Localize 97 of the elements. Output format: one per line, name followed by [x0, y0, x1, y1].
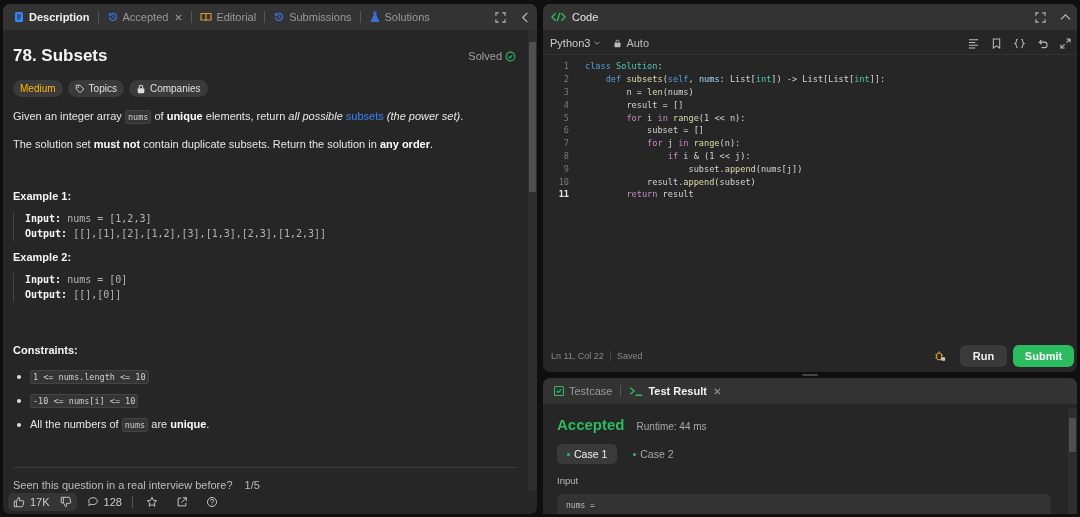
code-line: for j in range(n): [646, 138, 741, 149]
case-tab[interactable]: Case 2 [623, 444, 684, 464]
comments-button[interactable]: 128 [84, 492, 124, 511]
save-status: Saved [616, 351, 643, 361]
mode-label: Auto [626, 37, 649, 49]
line-number: 6 [562, 125, 569, 136]
chevron-up-icon[interactable] [1060, 11, 1071, 23]
input-value: nums = [557, 494, 1051, 514]
code-icon [551, 11, 566, 23]
constraint-text: -10 <= nums[i] <= 10 [30, 392, 139, 409]
example-title: Example 1: [13, 190, 73, 202]
interview-question: Seen this question in a real interview before? [13, 479, 233, 491]
close-icon[interactable] [174, 12, 184, 22]
code-line: result = [] [625, 99, 684, 110]
code-line: class Solution: [585, 61, 663, 72]
terminal-icon [629, 385, 645, 397]
case-tab[interactable]: Case 1 [557, 444, 618, 464]
subsets-link[interactable]: subsets [345, 110, 384, 122]
verdict-text: Accepted [557, 416, 625, 433]
code-line: for i in range(1 << n): [625, 112, 746, 123]
line-number: 10 [557, 176, 569, 187]
checkbox-icon [553, 385, 565, 397]
panel-tab[interactable]: Submissions [271, 11, 354, 23]
panel-title: Code [572, 11, 599, 23]
example-output-text: Output: [[],[0]] [25, 287, 123, 302]
align-left-icon[interactable] [968, 37, 979, 49]
example-output-text: Output: [[],[1],[2],[1,2],[3],[1,3],[2,3],[1,2,3]] [25, 226, 328, 241]
line-number: 7 [562, 138, 569, 149]
line-number: 5 [562, 112, 569, 123]
thumbs-down-icon [59, 495, 72, 508]
thumbs-up-icon [13, 495, 25, 508]
constraint-text: All the numbers of nums are unique. [30, 417, 210, 433]
topics-tag[interactable]: Topics [67, 80, 124, 97]
like-button[interactable]: 17K [8, 492, 55, 511]
scrollbar[interactable] [528, 30, 537, 491]
constraints-title: Constraints: [13, 344, 79, 356]
input-label: Input [557, 475, 580, 486]
example-input-text: Input: nums = [0] [25, 273, 129, 287]
scrollbar[interactable] [1068, 408, 1077, 514]
panel-tab[interactable]: Testcase [551, 385, 615, 397]
example-input-text: Input: nums = [1,2,3] [25, 212, 153, 226]
history-icon [273, 11, 286, 23]
problem-title: 78. Subsets [13, 46, 109, 66]
close-icon[interactable] [712, 386, 722, 396]
history-icon [106, 11, 119, 23]
help-icon[interactable] [205, 495, 218, 508]
star-icon[interactable] [145, 495, 158, 508]
fullscreen-icon[interactable] [1035, 11, 1046, 23]
check-circle-icon [505, 50, 516, 62]
flask-icon [368, 11, 381, 23]
undo-icon[interactable] [1037, 37, 1048, 49]
line-number: 8 [562, 150, 569, 161]
braces-icon[interactable] [1014, 37, 1025, 49]
code-line: subset = [] [646, 125, 704, 136]
line-number: 4 [562, 99, 569, 110]
tag-icon [74, 83, 85, 94]
bug-icon[interactable] [934, 350, 946, 362]
panel-tab[interactable]: Accepted [104, 11, 186, 23]
lock-icon [135, 83, 146, 94]
run-button[interactable]: Run [960, 345, 1007, 367]
code-line: return result [625, 189, 694, 200]
description-text: The solution set must not contain duplicate subsets. Return the solution in any order. [13, 137, 435, 152]
line-number: 2 [562, 74, 569, 85]
language-dropdown[interactable]: Python3 [550, 37, 602, 49]
resize-handle[interactable] [802, 374, 818, 376]
description-text: Given an integer array nums of unique elements, return all possible subsets (the power set). [13, 109, 465, 125]
panel-tab[interactable]: Test Result [627, 385, 724, 397]
runtime-text: Runtime: 44 ms [636, 421, 707, 432]
share-icon[interactable] [175, 495, 188, 508]
code-line: if i & (1 << j): [666, 150, 751, 161]
chevron-down-icon [593, 39, 602, 47]
comment-icon [86, 495, 99, 508]
cursor-position: Ln 11, Col 22 [551, 351, 604, 361]
panel-tab[interactable]: Description [11, 11, 92, 23]
document-icon [13, 11, 25, 23]
solved-status: Solved [468, 50, 502, 62]
code-line: subset.append(nums[j]) [687, 163, 803, 174]
expand-icon[interactable] [1060, 37, 1071, 49]
line-number: 11 [557, 189, 569, 200]
companies-tag[interactable]: Companies [128, 80, 208, 97]
code-line: result.append(subset) [646, 176, 756, 187]
difficulty-tag: Medium [13, 80, 63, 97]
bookmark-icon[interactable] [991, 37, 1002, 49]
example-title: Example 2: [13, 251, 73, 263]
line-number: 9 [562, 163, 569, 174]
panel-tab[interactable]: Editorial [198, 11, 259, 23]
line-number: 3 [562, 87, 569, 97]
constraint-text: 1 <= nums.length <= 10 [30, 368, 149, 385]
panel-tab[interactable]: Solutions [366, 11, 432, 23]
line-number: 1 [562, 61, 569, 72]
code-line: def subsets(self, nums: List[int]) -> List[List[int]]: [604, 74, 886, 85]
lock-icon [613, 38, 623, 48]
code-line: n = len(nums) [625, 87, 694, 97]
interview-pager: 1/5 [244, 479, 260, 491]
book-icon [200, 11, 213, 23]
chevron-left-icon[interactable] [520, 11, 531, 23]
fullscreen-icon[interactable] [495, 11, 506, 23]
